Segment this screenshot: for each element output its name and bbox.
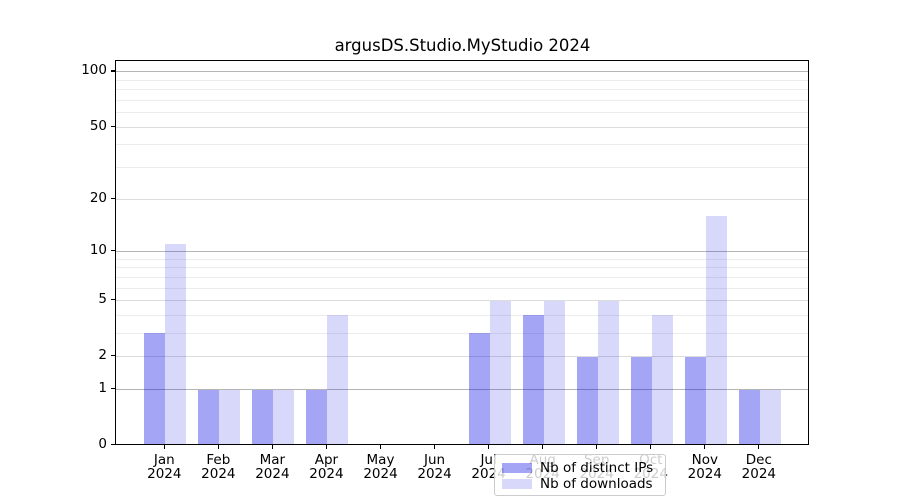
gridline-minor [116,80,808,81]
y-tick-label: 1 [47,381,107,396]
gridline-minor [116,288,808,289]
bar-distinct-ips-oct [631,357,652,445]
legend-entry-downloads: Nb of downloads [502,477,653,491]
gridline-minor [116,333,808,334]
gridline-major [116,71,808,72]
y-tick [111,70,116,71]
x-tick-year: 2024 [719,467,799,481]
bar-downloads-jul [490,301,511,445]
y-tick-label: 100 [47,63,107,78]
x-tick [380,445,381,450]
y-tick [111,198,116,199]
x-tick [542,445,543,450]
plot-area: Nb of distinct IPs Nb of downloads [115,60,809,445]
gridline-minor [116,277,808,278]
y-tick [111,126,116,127]
x-tick [596,445,597,450]
gridline-major [116,251,808,252]
legend-swatch-distinct-ips [502,463,532,473]
bar-distinct-ips-aug [523,315,544,444]
y-tick-label: 2 [47,348,107,363]
x-tick [434,445,435,450]
bar-downloads-nov [706,216,727,444]
legend-entry-distinct-ips: Nb of distinct IPs [502,461,653,475]
bar-distinct-ips-jan [144,333,165,444]
bar-distinct-ips-mar [252,390,273,445]
legend-label-downloads: Nb of downloads [540,477,653,491]
x-tick [272,445,273,450]
bar-downloads-mar [273,390,294,445]
legend: Nb of distinct IPs Nb of downloads [494,454,666,496]
bar-distinct-ips-apr [306,390,327,445]
legend-label-distinct-ips: Nb of distinct IPs [540,461,653,475]
x-tick [326,445,327,450]
chart-title: argusDS.Studio.MyStudio 2024 [115,36,810,56]
y-tick [111,388,116,389]
gridline-mid [116,199,808,200]
y-tick-label: 10 [47,243,107,258]
chart-figure: argusDS.Studio.MyStudio 2024 Nb of disti… [0,0,900,500]
gridline-mid [116,127,808,128]
bar-distinct-ips-jul [469,333,490,444]
x-tick [488,445,489,450]
x-tick [650,445,651,450]
bar-distinct-ips-dec [739,390,760,445]
y-tick [111,250,116,251]
bar-distinct-ips-nov [685,357,706,445]
gridline-mid [116,300,808,301]
y-tick [111,355,116,356]
y-tick [111,444,116,445]
y-tick [111,299,116,300]
y-tick-label: 5 [47,292,107,307]
bar-downloads-dec [760,390,781,445]
bar-distinct-ips-feb [198,390,219,445]
gridline-minor [116,315,808,316]
gridline-minor [116,89,808,90]
bar-downloads-oct [652,315,673,444]
x-tick [218,445,219,450]
gridline-minor [116,112,808,113]
y-tick-label: 50 [47,119,107,134]
bar-downloads-feb [219,390,240,445]
gridline-minor [116,259,808,260]
x-tick-label-dec: Dec2024 [719,453,799,481]
x-tick [704,445,705,450]
gridline-minor [116,100,808,101]
bar-downloads-sep [598,301,619,445]
gridline-minor [116,167,808,168]
bar-distinct-ips-sep [577,357,598,445]
bar-downloads-apr [327,315,348,444]
bar-downloads-aug [544,301,565,445]
legend-swatch-downloads [502,479,532,489]
y-tick-label: 0 [47,437,107,452]
gridline-minor [116,144,808,145]
x-tick [758,445,759,450]
x-tick [164,445,165,450]
y-tick-label: 20 [47,191,107,206]
bar-downloads-jan [165,244,186,444]
gridline-minor [116,267,808,268]
